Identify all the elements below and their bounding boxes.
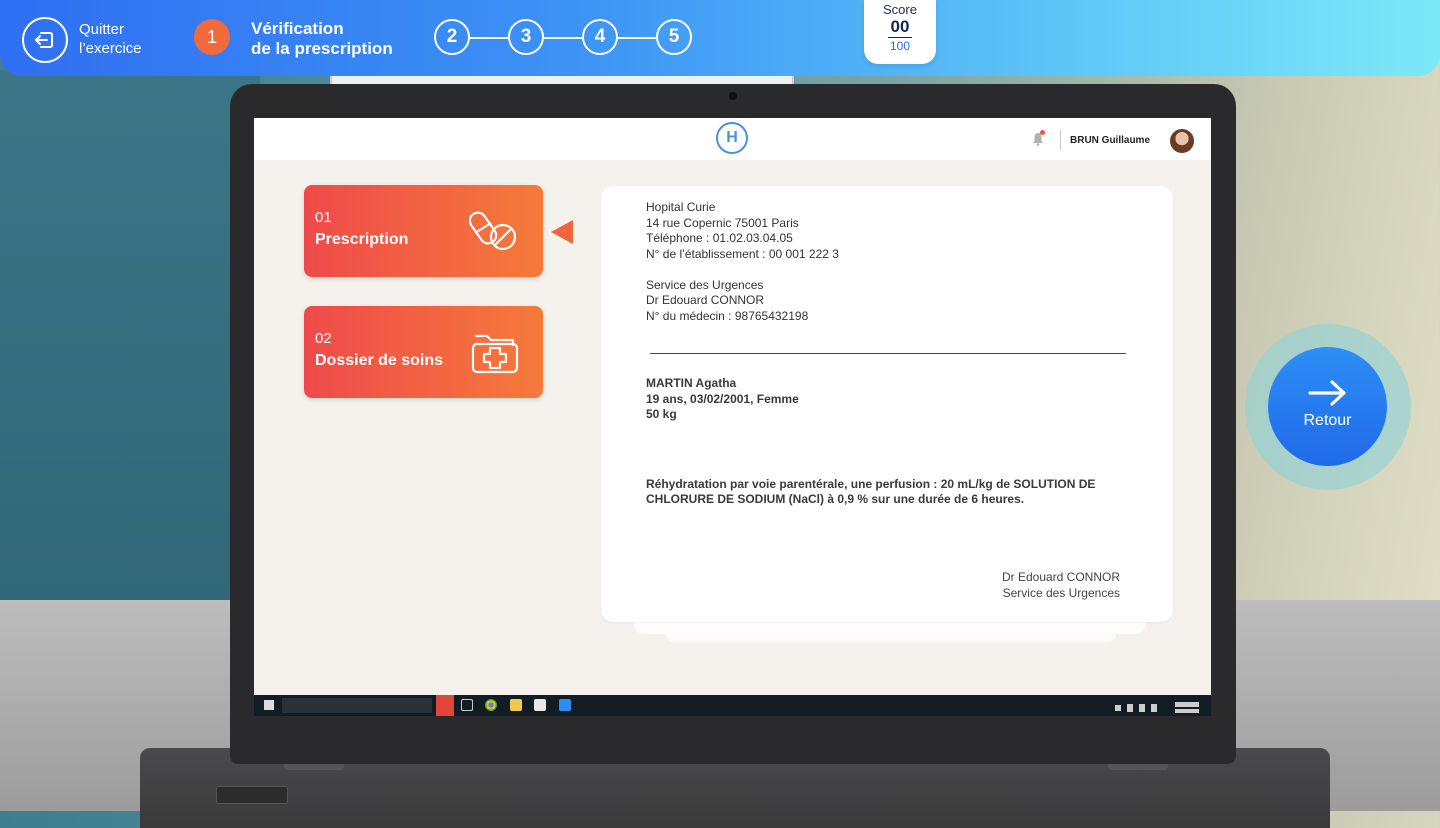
step-connector <box>544 37 582 39</box>
store-icon[interactable] <box>559 699 571 711</box>
signature-service: Service des Urgences <box>1002 585 1120 600</box>
chrome-icon[interactable] <box>485 699 497 711</box>
windows-start-icon[interactable] <box>264 700 274 710</box>
retour-button[interactable]: Retour <box>1268 347 1387 466</box>
taskbar-search[interactable] <box>282 698 432 713</box>
active-card-pointer <box>551 220 573 244</box>
doctor-number: N° du médecin : 98765432198 <box>646 308 809 323</box>
medical-folder-icon <box>471 334 519 374</box>
signature: Dr Edouard CONNOR Service des Urgences <box>1002 570 1120 601</box>
score-panel: Score 00 100 <box>864 0 936 64</box>
hospital-name: Hopital Curie <box>646 200 716 214</box>
score-value: 00 <box>888 18 912 38</box>
quit-label-line2: l’exercice <box>79 40 142 57</box>
step-4[interactable]: 4 <box>582 19 618 55</box>
score-label: Score <box>883 2 917 17</box>
hospital-logo-icon: H <box>716 122 748 154</box>
top-navigation-bar: Quitter l’exercice 1 Vérification de la … <box>0 0 1440 76</box>
pills-icon <box>469 211 517 251</box>
establishment-number: N° de l’établissement : 00 001 222 3 <box>646 246 839 261</box>
hospital-phone: Téléphone : 01.02.03.04.05 <box>646 231 793 245</box>
file-explorer-icon[interactable] <box>510 699 522 711</box>
step-connector <box>470 37 508 39</box>
exit-icon <box>35 32 53 48</box>
avatar[interactable] <box>1168 127 1196 155</box>
app-header: H BRUN Guillaume <box>254 118 1211 160</box>
retour-label: Retour <box>1303 412 1352 429</box>
arrow-right-icon <box>1307 380 1346 406</box>
task-view-icon[interactable] <box>461 699 473 711</box>
active-step-title: Vérification de la prescription <box>251 19 393 59</box>
step-3[interactable]: 3 <box>508 19 544 55</box>
system-tray-icons <box>1115 702 1199 713</box>
doctor-name: Dr Edouard CONNOR <box>646 293 765 307</box>
user-name[interactable]: BRUN Guillaume <box>1070 135 1150 146</box>
document-stack-shadow <box>634 622 1146 634</box>
patient-weight: 50 kg <box>646 407 677 421</box>
card-dossier-de-soins[interactable]: 02 Dossier de soins <box>304 306 543 398</box>
webcam <box>729 92 737 100</box>
hospital-address: 14 rue Copernic 75001 Paris <box>646 215 799 230</box>
prescription-document: Hopital Curie 14 rue Copernic 75001 Pari… <box>601 186 1173 622</box>
os-taskbar <box>254 695 1211 716</box>
taskbar-app-icon[interactable] <box>436 695 454 716</box>
patient-info: 19 ans, 03/02/2001, Femme <box>646 391 799 406</box>
score-max: 100 <box>889 39 911 53</box>
card-prescription[interactable]: 01 Prescription <box>304 185 543 277</box>
signature-name: Dr Edouard CONNOR <box>1001 570 1120 584</box>
active-step-title-line2: de la prescription <box>251 39 393 58</box>
step-1-active[interactable]: 1 <box>194 19 230 55</box>
notification-dot <box>1040 130 1045 135</box>
active-step-title-line1: Vérification <box>251 19 344 38</box>
service-name: Service des Urgences <box>646 277 764 292</box>
quit-label-line1: Quitter <box>79 21 125 38</box>
step-5[interactable]: 5 <box>656 19 692 55</box>
document-stack-shadow <box>666 634 1116 642</box>
laptop-power-button <box>216 786 288 804</box>
system-tray <box>1115 699 1205 713</box>
step-2[interactable]: 2 <box>434 19 470 55</box>
patient-name: MARTIN Agatha <box>646 376 737 390</box>
prescription-text: Réhydratation par voie parentérale, une … <box>646 476 1096 507</box>
quit-button[interactable] <box>22 17 68 63</box>
document-app-icon[interactable] <box>534 699 546 711</box>
background-wall <box>0 70 260 670</box>
laptop-screen: H BRUN Guillaume 01 Prescription 02 Doss… <box>254 118 1211 716</box>
document-divider <box>650 353 1126 354</box>
quit-label[interactable]: Quitter l’exercice <box>79 20 142 58</box>
header-divider <box>1060 130 1061 150</box>
step-connector <box>618 37 656 39</box>
